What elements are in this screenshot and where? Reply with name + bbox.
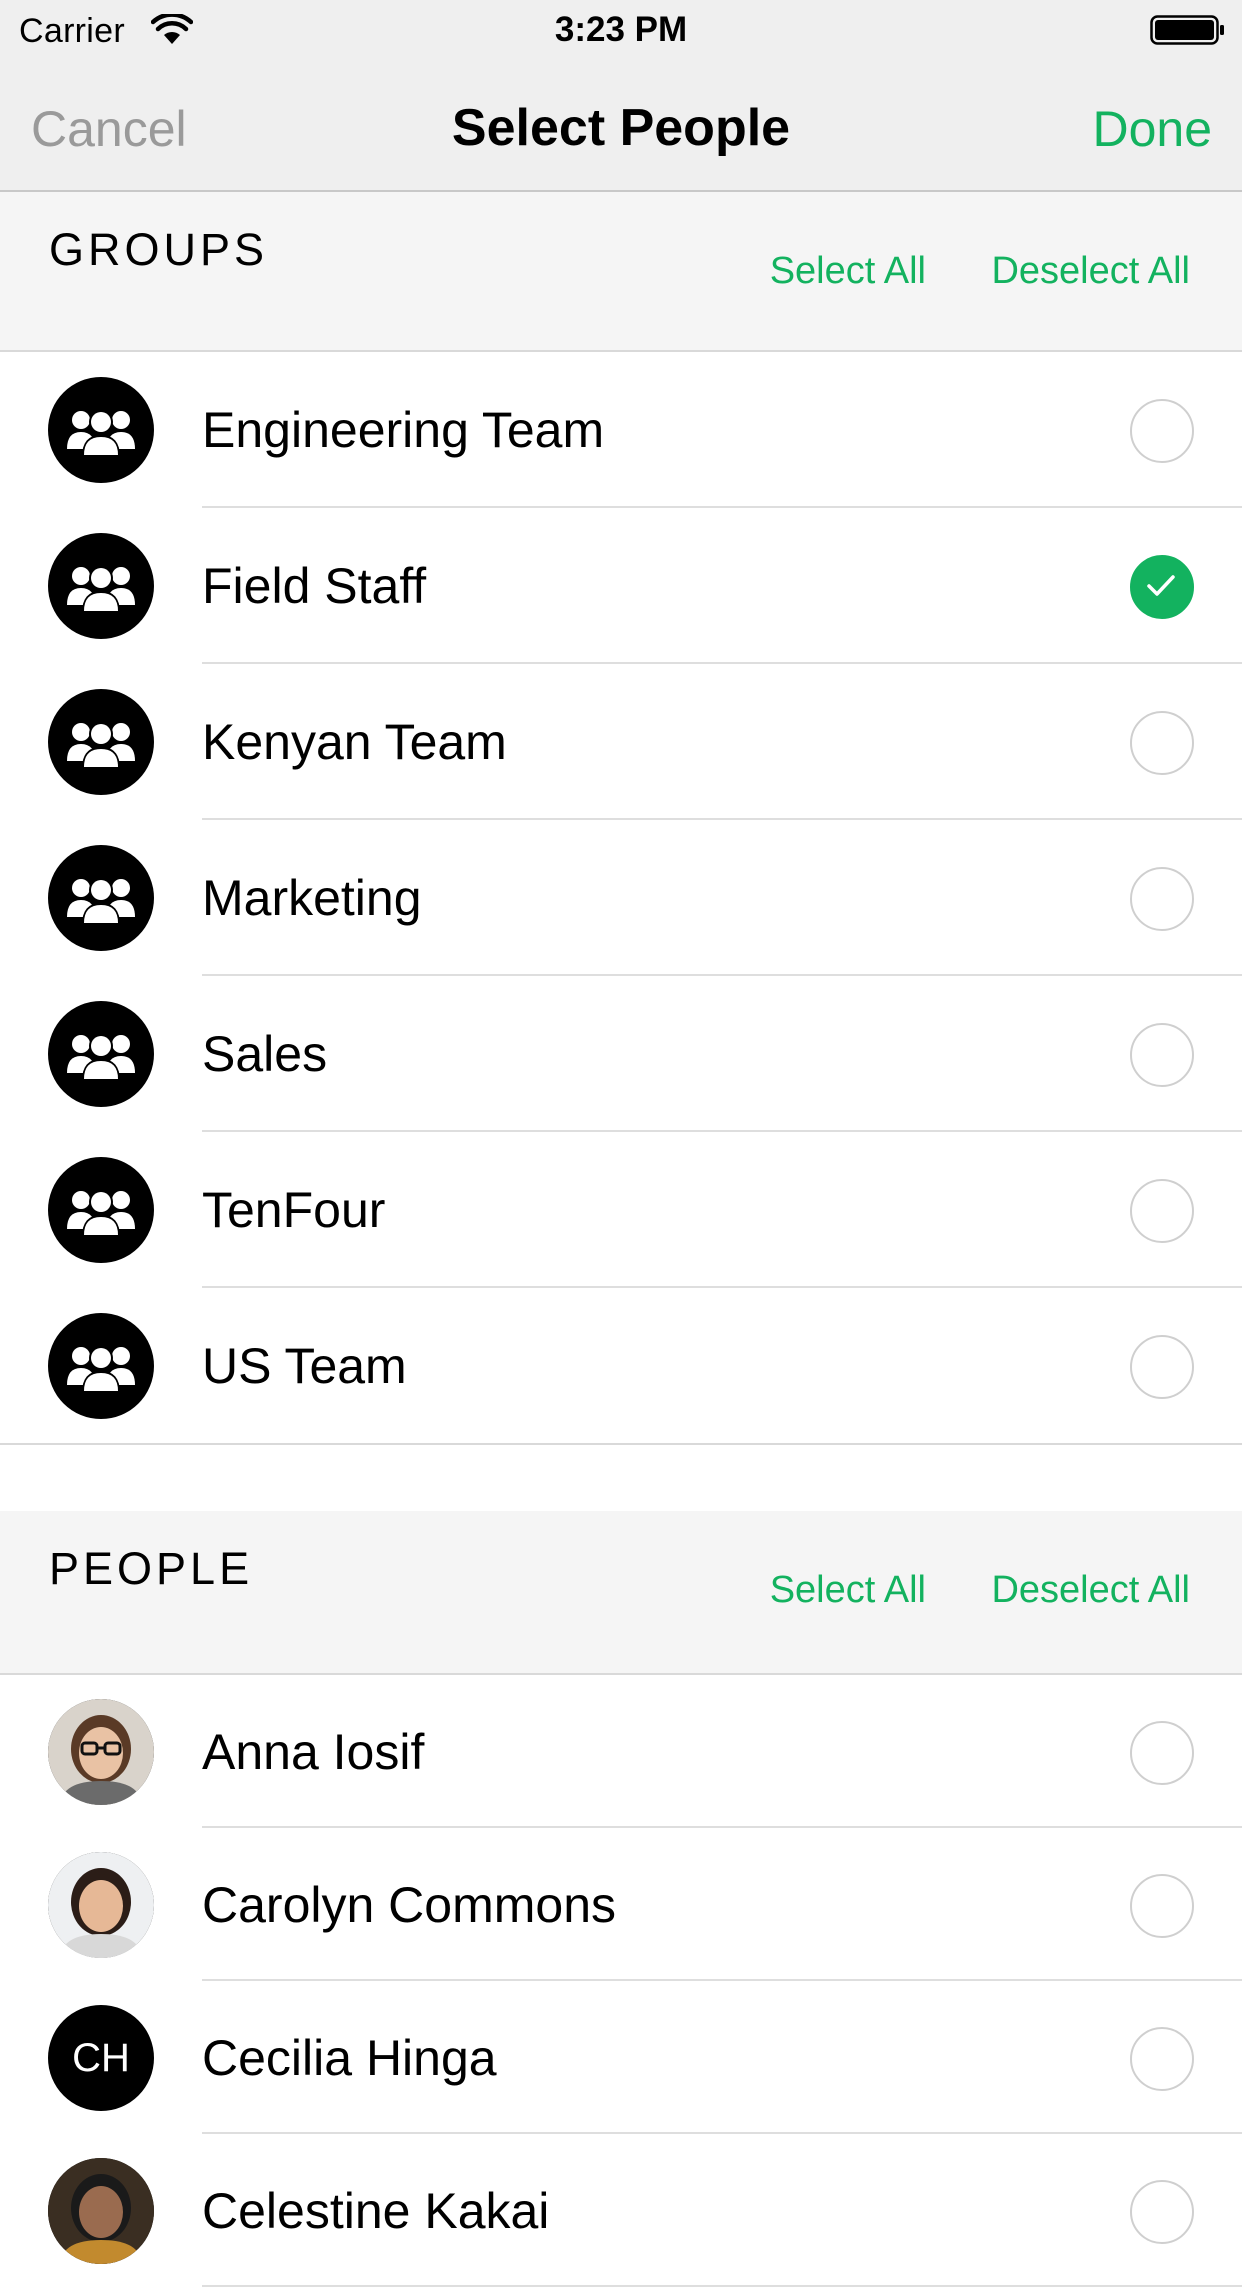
avatar-photo (48, 1698, 154, 1805)
people-section-header: PEOPLE Select All Deselect All (0, 1511, 1242, 1675)
people-select-all-button[interactable]: Select All (770, 1569, 926, 1612)
group-name-label: TenFour (202, 1182, 386, 1238)
status-time: 3:23 PM (554, 10, 688, 49)
page-title: Select People (451, 99, 791, 157)
group-name-label: Kenyan Team (202, 714, 507, 770)
groups-section-header: GROUPS Select All Deselect All (0, 192, 1242, 352)
groups-select-all-button[interactable]: Select All (770, 250, 926, 293)
person-name-label: Carolyn Commons (202, 1876, 617, 1933)
radio-unselected-icon[interactable] (1130, 1023, 1194, 1087)
group-name-label: US Team (202, 1338, 407, 1394)
radio-unselected-icon[interactable] (1130, 1720, 1194, 1785)
avatar-photo (48, 2157, 154, 2264)
avatar-initials-text: CH (72, 2035, 130, 2080)
group-row-field-staff[interactable]: Field Staff (0, 508, 1242, 664)
group-name-label: Engineering Team (202, 402, 605, 458)
group-row-engineering-team[interactable]: Engineering Team (0, 352, 1242, 508)
avatar-initials: CH (48, 2004, 154, 2111)
radio-unselected-icon[interactable] (1130, 399, 1194, 463)
group-icon (48, 533, 154, 639)
radio-unselected-icon[interactable] (1130, 1179, 1194, 1243)
group-row-tenfour[interactable]: TenFour (0, 1132, 1242, 1288)
group-row-kenyan-team[interactable]: Kenyan Team (0, 664, 1242, 820)
navigation-bar: Cancel Select People Done (0, 62, 1242, 192)
done-button[interactable]: Done (1092, 100, 1212, 158)
groups-list: Engineering Team Field Staff Kenyan Team Ma… (0, 352, 1242, 1444)
group-icon (48, 1157, 154, 1263)
people-section-title: PEOPLE (49, 1543, 254, 1594)
group-name-label: Field Staff (202, 558, 427, 614)
group-icon (48, 845, 154, 951)
radio-unselected-icon[interactable] (1130, 2179, 1194, 2244)
group-name-label: Sales (202, 1026, 328, 1082)
avatar-photo (48, 1851, 154, 1958)
radio-unselected-icon[interactable] (1130, 2026, 1194, 2091)
person-name-label: Anna Iosif (202, 1723, 425, 1780)
person-name-label: Cecilia Hinga (202, 2029, 497, 2086)
status-bar: Carrier 3:23 PM (0, 0, 1242, 62)
group-name-label: Marketing (202, 870, 422, 926)
groups-section-title: GROUPS (49, 224, 269, 275)
battery-icon (1150, 15, 1226, 45)
group-row-sales[interactable]: Sales (0, 976, 1242, 1132)
section-spacer (0, 1443, 1242, 1513)
person-row-anna-iosif[interactable]: Anna Iosif (0, 1675, 1242, 1828)
people-list: Anna Iosif Carolyn Commons CH Cecilia Hinga… (0, 1675, 1242, 2287)
person-row-cecilia-hinga[interactable]: CH Cecilia Hinga (0, 1981, 1242, 2134)
person-row-celestine-kakai[interactable]: Celestine Kakai (0, 2134, 1242, 2287)
group-icon (48, 377, 154, 483)
radio-unselected-icon[interactable] (1130, 1873, 1194, 1938)
group-icon (48, 1001, 154, 1107)
group-row-us-team[interactable]: US Team (0, 1288, 1242, 1444)
people-deselect-all-button[interactable]: Deselect All (991, 1569, 1190, 1612)
group-icon (48, 689, 154, 795)
radio-unselected-icon[interactable] (1130, 867, 1194, 931)
groups-deselect-all-button[interactable]: Deselect All (991, 250, 1190, 293)
person-row-carolyn-commons[interactable]: Carolyn Commons (0, 1828, 1242, 1981)
checkmark-selected-icon[interactable] (1130, 555, 1194, 619)
radio-unselected-icon[interactable] (1130, 711, 1194, 775)
person-name-label: Celestine Kakai (202, 2182, 550, 2239)
group-icon (48, 1313, 154, 1419)
radio-unselected-icon[interactable] (1130, 1335, 1194, 1399)
group-row-marketing[interactable]: Marketing (0, 820, 1242, 976)
